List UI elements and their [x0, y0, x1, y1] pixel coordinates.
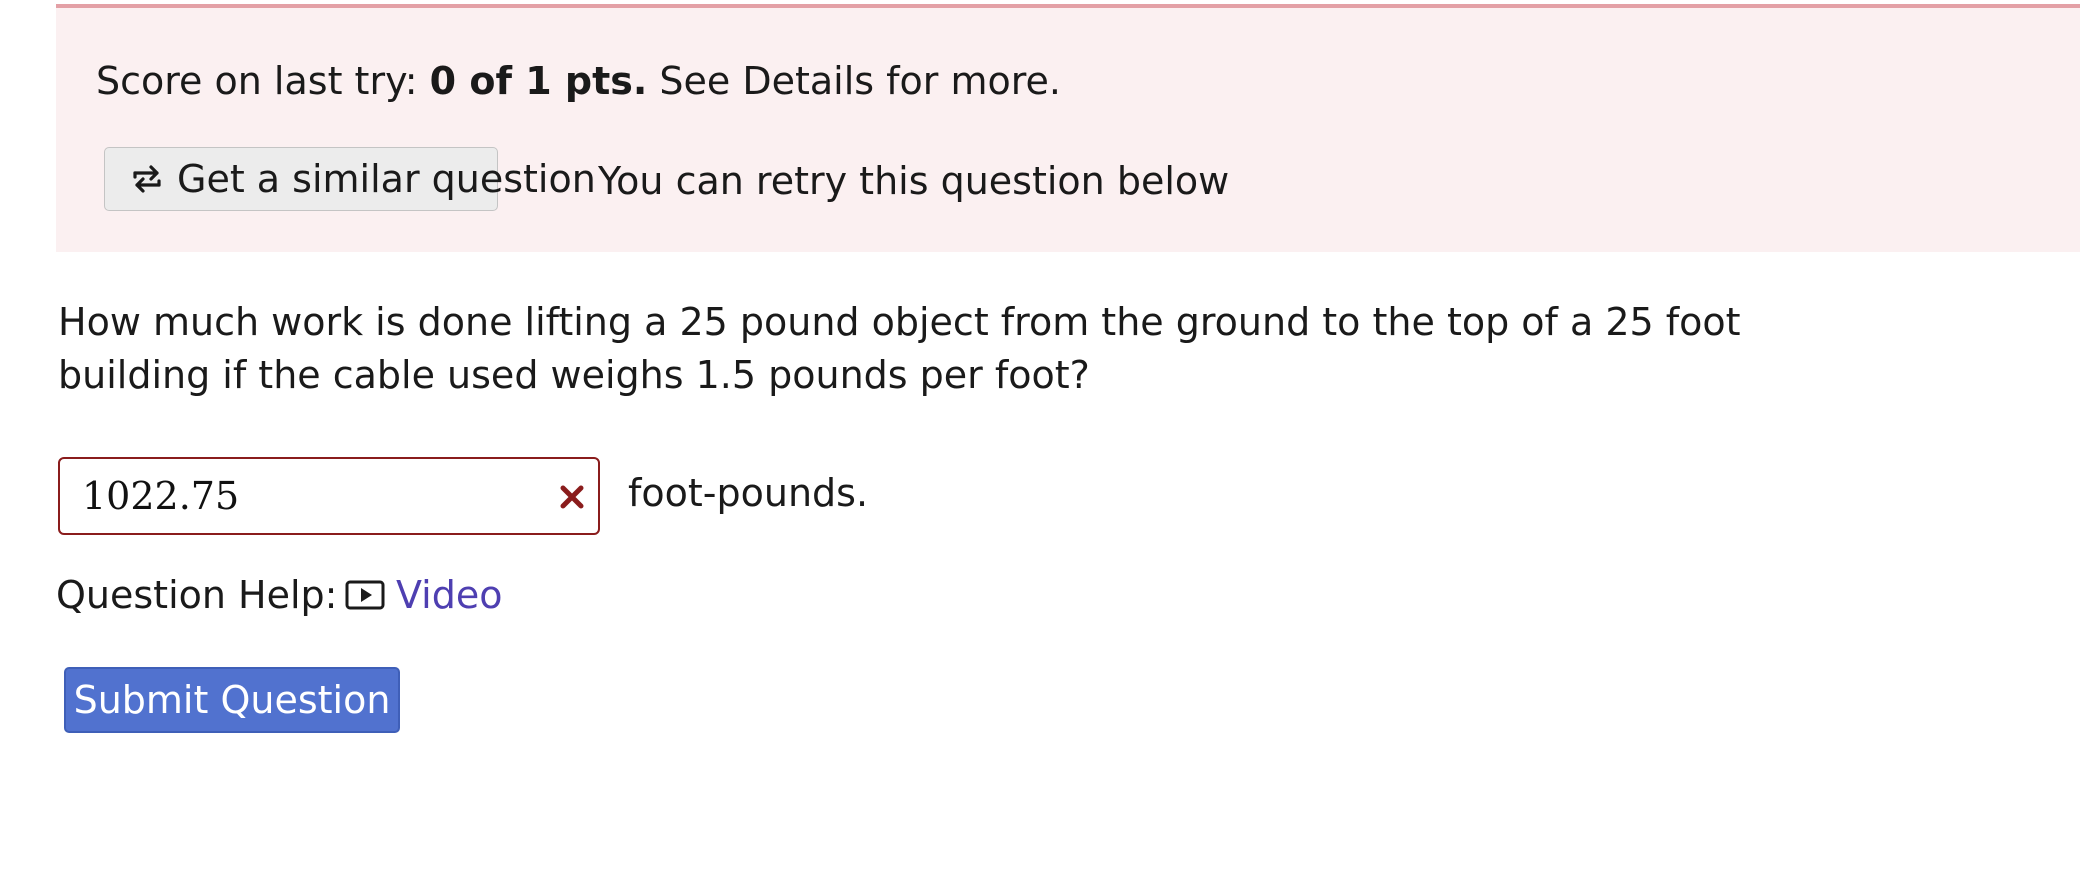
- score-prefix: Score on last try:: [96, 59, 430, 103]
- retry-message: You can retry this question below: [598, 159, 1230, 203]
- answer-input[interactable]: 1022.75: [58, 457, 600, 535]
- answer-value: 1022.75: [82, 474, 240, 518]
- score-banner: Score on last try: 0 of 1 pts. See Detai…: [56, 4, 2080, 252]
- submit-question-label: Submit Question: [73, 678, 391, 722]
- question-help-label: Question Help:: [56, 573, 338, 617]
- question-prompt: How much work is done lifting a 25 pound…: [58, 300, 1741, 397]
- score-summary: Score on last try: 0 of 1 pts. See Detai…: [96, 58, 1061, 104]
- score-value: 0 of 1 pts.: [429, 59, 648, 103]
- get-similar-question-label: Get a similar question: [177, 157, 596, 201]
- answer-unit: foot-pounds.: [628, 471, 869, 515]
- question-page: Score on last try: 0 of 1 pts. See Detai…: [0, 0, 2080, 890]
- video-help-label: Video: [396, 573, 503, 617]
- video-play-icon: [344, 577, 388, 613]
- score-suffix: See Details for more.: [647, 59, 1062, 103]
- submit-question-button[interactable]: Submit Question: [64, 667, 400, 733]
- video-help-link[interactable]: Video: [344, 572, 502, 618]
- get-similar-question-button[interactable]: Get a similar question: [104, 147, 596, 211]
- retry-arrows-icon: [127, 159, 167, 199]
- x-mark-icon: [554, 479, 590, 515]
